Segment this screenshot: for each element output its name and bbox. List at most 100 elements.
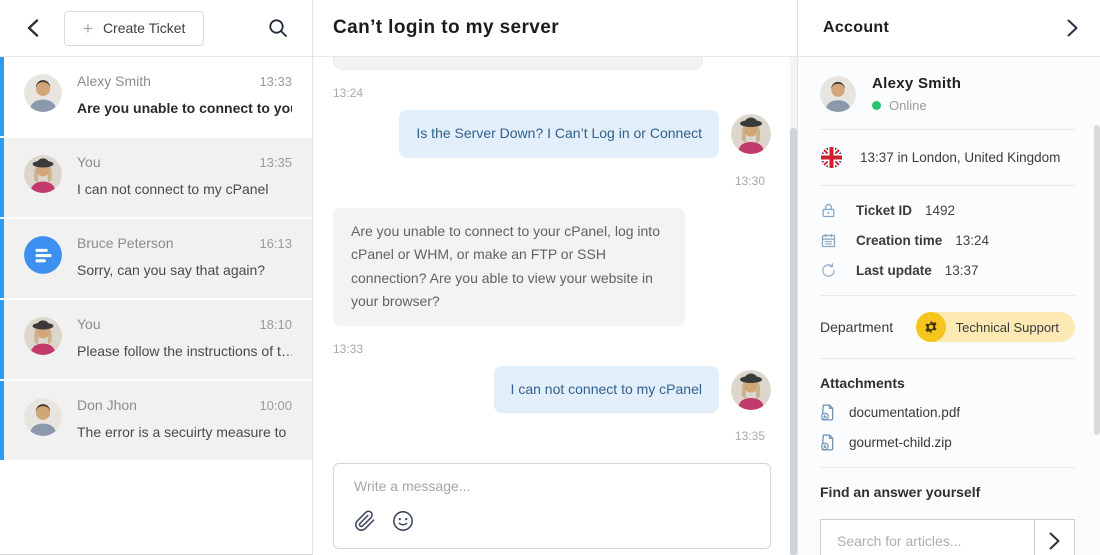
divider — [820, 295, 1075, 296]
create-ticket-button[interactable]: + Create Ticket — [64, 11, 204, 46]
last-update-value: 13:37 — [945, 263, 979, 278]
emoji-button[interactable] — [392, 510, 414, 532]
ticket-item-alexy[interactable]: Alexy Smith 13:33 Are you unable to conn… — [0, 57, 312, 136]
partial-message-bubble — [333, 57, 703, 70]
ticket-id-row: Ticket ID 1492 — [820, 202, 1075, 219]
divider — [820, 129, 1075, 130]
kb-title: Find an answer yourself — [820, 484, 1075, 500]
scrollbar-thumb[interactable] — [1094, 125, 1100, 435]
helpdesk-app: + Create Ticket Alexy Smith 13:33 Are yo… — [0, 0, 1100, 555]
creation-time-value: 13:24 — [955, 233, 989, 248]
file-download-icon — [820, 404, 836, 421]
ticket-item-don[interactable]: Don Jhon 10:00 The error is a secuirty m… — [0, 381, 312, 460]
kb-search-submit-button[interactable] — [1034, 520, 1074, 555]
message-timestamp: 13:35 — [333, 429, 771, 443]
online-status-label: Online — [889, 98, 927, 113]
message-composer — [333, 463, 771, 549]
ticket-item-you-1[interactable]: You 13:35 I can not connect to my cPanel — [0, 138, 312, 217]
kb-search-input[interactable] — [821, 520, 1034, 555]
message-bubble-outgoing: Is the Server Down? I Can’t Log in or Co… — [399, 110, 719, 158]
ticket-time: 16:13 — [259, 236, 292, 251]
refresh-icon — [820, 262, 837, 279]
ticket-name: You — [77, 154, 101, 170]
message-row-outgoing: I can not connect to my cPanel — [333, 366, 771, 414]
ticket-time: 13:35 — [259, 155, 292, 170]
create-ticket-label: Create Ticket — [103, 20, 185, 36]
account-title: Account — [823, 19, 889, 37]
online-status-dot — [872, 101, 881, 110]
back-button[interactable] — [20, 15, 46, 41]
ticket-time: 13:33 — [259, 74, 292, 89]
account-header: Account — [798, 0, 1100, 57]
ticket-item-you-2[interactable]: You 18:10 Please follow the instructions… — [0, 300, 312, 379]
smiley-icon — [392, 510, 414, 532]
chevron-right-icon — [1067, 19, 1078, 37]
department-value: Technical Support — [956, 320, 1059, 335]
message-input[interactable] — [354, 478, 750, 494]
sidebar-header: + Create Ticket — [0, 0, 312, 57]
local-time-text: 13:37 in London, United Kingdom — [860, 150, 1060, 165]
chat-title: Can’t login to my server — [333, 17, 559, 39]
ticket-preview: Are you unable to connect to your … — [77, 100, 292, 116]
ticket-time: 10:00 — [259, 398, 292, 413]
user-name: Alexy Smith — [872, 75, 961, 92]
chat-panel: Can’t login to my server 13:24 Is the Se… — [313, 0, 797, 555]
account-content: Alexy Smith Online — [798, 57, 1100, 500]
kb-search-box — [820, 519, 1075, 555]
avatar — [24, 236, 62, 274]
gear-icon — [916, 312, 946, 342]
attachment-name: documentation.pdf — [849, 405, 960, 420]
department-label: Department — [820, 319, 893, 335]
message-timestamp: 13:24 — [333, 86, 771, 100]
calendar-icon — [820, 232, 837, 249]
department-badge[interactable]: Technical Support — [916, 312, 1075, 342]
search-icon — [268, 18, 288, 38]
ticket-list: Alexy Smith 13:33 Are you unable to conn… — [0, 57, 312, 554]
collapse-panel-button[interactable] — [1067, 19, 1078, 37]
chevron-left-icon — [27, 19, 39, 37]
message-row-outgoing: Is the Server Down? I Can’t Log in or Co… — [333, 110, 771, 158]
attachment-link[interactable]: gourmet-child.zip — [820, 434, 1075, 451]
message-bubble-incoming: Are you unable to connect to your cPanel… — [333, 208, 685, 326]
message-timestamp: 13:30 — [333, 174, 771, 188]
paperclip-icon — [354, 510, 376, 532]
avatar — [24, 398, 62, 436]
chat-scrollbar[interactable] — [790, 57, 797, 555]
attach-file-button[interactable] — [354, 510, 376, 532]
file-download-icon — [820, 434, 836, 451]
avatar — [24, 74, 62, 112]
ticket-preview: The error is a secuirty measure to … — [77, 424, 292, 440]
avatar — [731, 370, 771, 410]
ticket-id-value: 1492 — [925, 203, 955, 218]
chevron-right-icon — [1049, 532, 1060, 550]
ticket-name: Don Jhon — [77, 397, 137, 413]
lock-icon — [820, 202, 837, 219]
ticket-name: You — [77, 316, 101, 332]
ticket-time: 18:10 — [259, 317, 292, 332]
ticket-sidebar: + Create Ticket Alexy Smith 13:33 Are yo… — [0, 0, 313, 555]
avatar — [24, 155, 62, 193]
ticket-name: Bruce Peterson — [77, 235, 174, 251]
panel-scrollbar[interactable] — [1094, 57, 1100, 555]
divider — [820, 185, 1075, 186]
creation-time-label: Creation time — [856, 233, 942, 248]
attachment-name: gourmet-child.zip — [849, 435, 952, 450]
attachment-link[interactable]: documentation.pdf — [820, 404, 1075, 421]
scrollbar-thumb[interactable] — [790, 128, 797, 555]
chat-header: Can’t login to my server — [313, 0, 797, 57]
ticket-preview: Sorry, can you say that again? — [77, 262, 292, 278]
search-button[interactable] — [264, 14, 292, 42]
avatar — [820, 76, 856, 112]
user-row: Alexy Smith Online — [820, 75, 1075, 113]
message-timestamp: 13:33 — [333, 342, 771, 356]
local-time-row: 13:37 in London, United Kingdom — [820, 146, 1075, 169]
avatar — [24, 317, 62, 355]
ticket-item-bruce[interactable]: Bruce Peterson 16:13 Sorry, can you say … — [0, 219, 312, 298]
avatar — [731, 114, 771, 154]
account-panel: Account Alexy Smith Online — [797, 0, 1100, 555]
attachments-title: Attachments — [820, 375, 1075, 391]
message-bubble-outgoing: I can not connect to my cPanel — [494, 366, 719, 414]
uk-flag-icon — [820, 146, 843, 169]
creation-time-row: Creation time 13:24 — [820, 232, 1075, 249]
ticket-preview: Please follow the instructions of t… — [77, 343, 292, 359]
